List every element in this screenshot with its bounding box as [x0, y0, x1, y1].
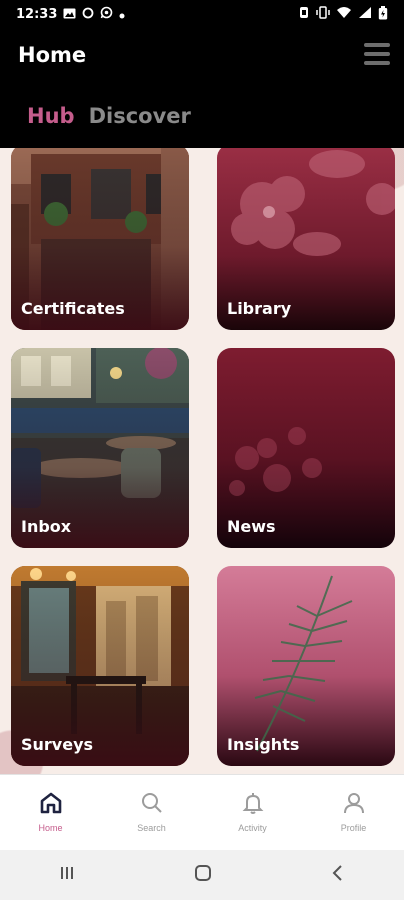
circle-icon: [82, 6, 94, 22]
android-system-nav: [0, 850, 404, 900]
card-label: Inbox: [21, 517, 72, 536]
person-icon: [343, 793, 364, 814]
home-icon: [40, 792, 61, 814]
card-label: News: [227, 517, 276, 536]
card-certificates[interactable]: Certificates: [11, 148, 189, 330]
whatsapp-icon: [100, 6, 113, 22]
vibrate-icon: [316, 6, 330, 22]
nav-activity[interactable]: Activity: [202, 775, 303, 850]
nav-profile[interactable]: Profile: [303, 775, 404, 850]
bottom-nav: Home Search Activity Profile: [0, 774, 404, 850]
image-icon: [63, 6, 76, 22]
alarm-icon: [298, 6, 310, 22]
nav-label: Home: [38, 823, 63, 833]
recents-icon[interactable]: [58, 864, 76, 887]
nav-label: Activity: [238, 823, 267, 833]
back-icon[interactable]: [330, 864, 346, 887]
menu-bar: [364, 61, 390, 65]
battery-icon: [378, 5, 388, 23]
status-right: [298, 5, 388, 23]
status-left: 12:33: [16, 6, 125, 22]
dot-icon: [119, 6, 125, 22]
nav-home[interactable]: Home: [0, 775, 101, 850]
card-surveys[interactable]: Surveys: [11, 566, 189, 766]
card-label: Insights: [227, 735, 300, 754]
nav-label: Search: [137, 823, 166, 833]
card-label: Certificates: [21, 299, 125, 318]
bell-icon: [242, 793, 263, 814]
menu-bar: [364, 52, 390, 56]
card-label: Surveys: [21, 735, 94, 754]
tab-hub[interactable]: Hub: [27, 104, 75, 128]
menu-bar: [364, 43, 390, 47]
card-library[interactable]: Library: [217, 148, 395, 330]
hamburger-menu-icon[interactable]: [364, 41, 390, 67]
page-title: Home: [18, 43, 87, 67]
status-bar: 12:33: [0, 0, 404, 28]
card-insights[interactable]: Insights: [217, 566, 395, 766]
card-inbox[interactable]: Inbox: [11, 348, 189, 548]
nav-label: Profile: [340, 823, 367, 833]
nav-search[interactable]: Search: [101, 775, 202, 850]
app-header: Home: [0, 28, 404, 84]
card-label: Library: [227, 299, 292, 318]
status-time: 12:33: [16, 6, 58, 22]
tab-discover[interactable]: Discover: [89, 104, 191, 128]
wifi-icon: [336, 6, 352, 22]
tab-row: Hub Discover: [0, 84, 404, 148]
home-button-icon[interactable]: [193, 863, 213, 888]
hub-content: Certificates Library Inbox News Surveys …: [0, 148, 404, 774]
signal-icon: [358, 6, 372, 22]
search-icon: [141, 793, 162, 813]
card-news[interactable]: News: [217, 348, 395, 548]
